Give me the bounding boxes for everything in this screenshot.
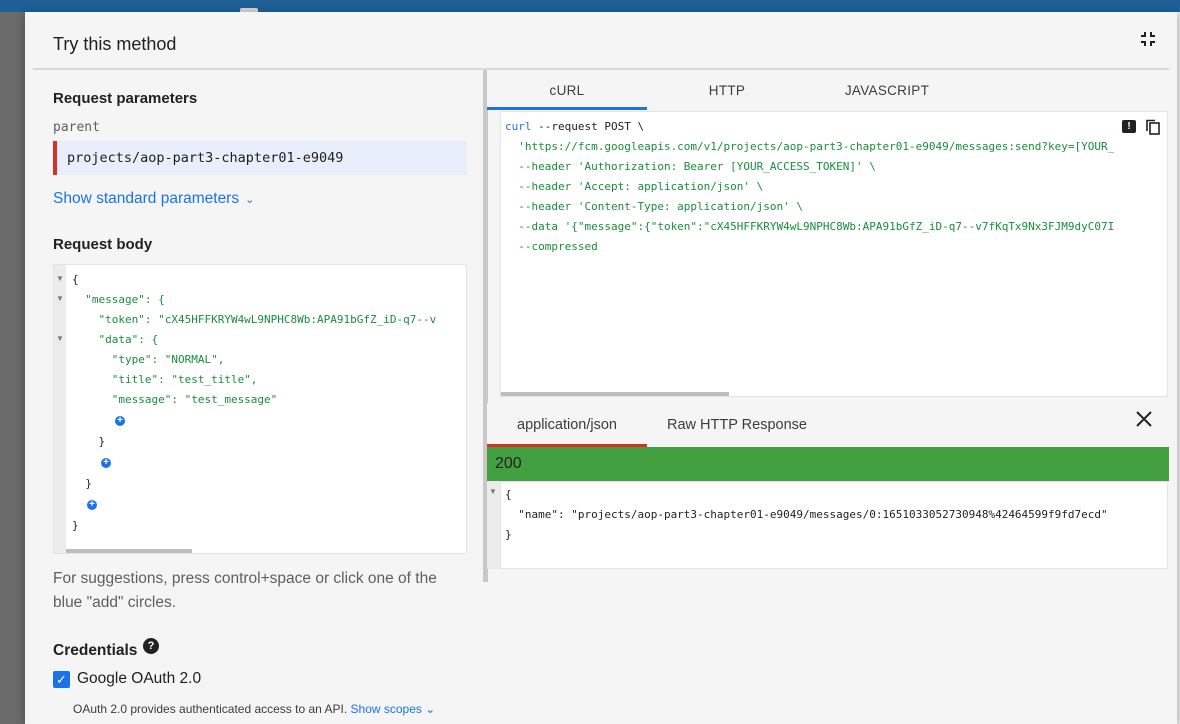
oauth-description: OAuth 2.0 provides authenticated access … [73,702,436,716]
param-name-label: parent [53,120,100,135]
code-line: { [72,273,79,286]
close-icon[interactable] [1135,410,1153,428]
request-body-editor[interactable]: ▼ ▼ ▼ { "message": { "token": "cX45HFFKR… [53,264,467,554]
code-line: "token": "cX45HFFKRYW4wL9NPHC8Wb:APA91bG… [72,313,437,326]
browser-top-bar [0,0,1180,14]
chevron-down-icon: ⌄ [245,194,255,206]
curl-line: --header 'Authorization: Bearer [YOUR_AC… [505,160,876,173]
code-tabs: cURL HTTP JAVASCRIPT [487,70,1169,110]
response-gutter: ▼ [487,481,500,569]
tab-curl[interactable]: cURL [487,70,647,110]
response-body: { "name": "projects/aop-part3-chapter01-… [500,481,1168,569]
response-line: "name": "projects/aop-part3-chapter01-e9… [505,508,1108,521]
collapse-icon[interactable] [1137,28,1159,50]
fold-arrow-icon[interactable]: ▼ [56,274,64,283]
show-scopes-link[interactable]: Show scopes ⌄ [351,702,436,716]
credentials-heading: Credentials [53,642,138,659]
show-standard-label: Show standard parameters [53,190,240,207]
code-line: } [72,519,79,532]
code-horizontal-scrollbar[interactable] [501,392,729,396]
curl-line: 'https://fcm.googleapis.com/v1/projects/… [505,140,1115,153]
tab-javascript[interactable]: JAVASCRIPT [807,70,967,110]
fold-arrow-icon[interactable]: ▼ [56,294,64,303]
feedback-icon[interactable]: ! [1122,120,1136,133]
code-line: "type": "NORMAL", [72,353,225,366]
parent-input[interactable]: projects/aop-part3-chapter01-e9049 [53,141,467,175]
code-line: } [72,477,92,490]
show-standard-parameters-link[interactable]: Show standard parameters ⌄ [53,190,254,208]
code-line: "title": "test_title", [72,373,258,386]
tab-raw-http-response[interactable]: Raw HTTP Response [647,403,827,447]
code-line: "message": "test_message" [72,393,278,406]
add-field-icon[interactable]: + [115,416,125,426]
fold-arrow-icon[interactable]: ▼ [56,334,64,343]
tab-http[interactable]: HTTP [647,70,807,110]
try-this-method-dialog: Try this method Request parameters paren… [25,12,1177,724]
status-code-badge: 200 [487,447,1169,481]
oauth-checkbox[interactable]: ✓ [53,671,70,688]
code-line: "message": { [72,293,165,306]
request-parameters-heading: Request parameters [53,90,198,107]
response-tabs: application/json Raw HTTP Response [487,403,1169,447]
oauth-label: Google OAuth 2.0 [77,670,202,687]
response-line: } [505,528,512,541]
fold-arrow-icon[interactable]: ▼ [489,487,497,496]
add-field-icon[interactable]: + [87,500,97,510]
add-field-icon[interactable]: + [101,458,111,468]
curl-line: --compressed [505,240,598,253]
copy-icon[interactable] [1145,119,1161,135]
tab-application-json[interactable]: application/json [487,403,647,447]
editor-hint: For suggestions, press control+space or … [53,570,437,611]
curl-line: --data '{"message":{"token":"cX45HFFKRYW… [505,220,1115,233]
dialog-title: Try this method [53,34,177,54]
curl-line: curl --request POST \ [505,120,645,133]
curl-line: --header 'Accept: application/json' \ [505,180,764,193]
request-body-heading: Request body [53,236,153,253]
curl-code-panel: curl --request POST \ 'https://fcm.googl… [500,111,1168,397]
editor-horizontal-scrollbar[interactable] [66,549,192,553]
code-line: } [72,435,106,448]
code-line: "data": { [72,333,159,346]
editor-gutter: ▼ ▼ ▼ [54,265,66,553]
response-line: { [505,488,512,501]
curl-line: --header 'Content-Type: application/json… [505,200,804,213]
help-icon[interactable]: ? [143,638,159,654]
